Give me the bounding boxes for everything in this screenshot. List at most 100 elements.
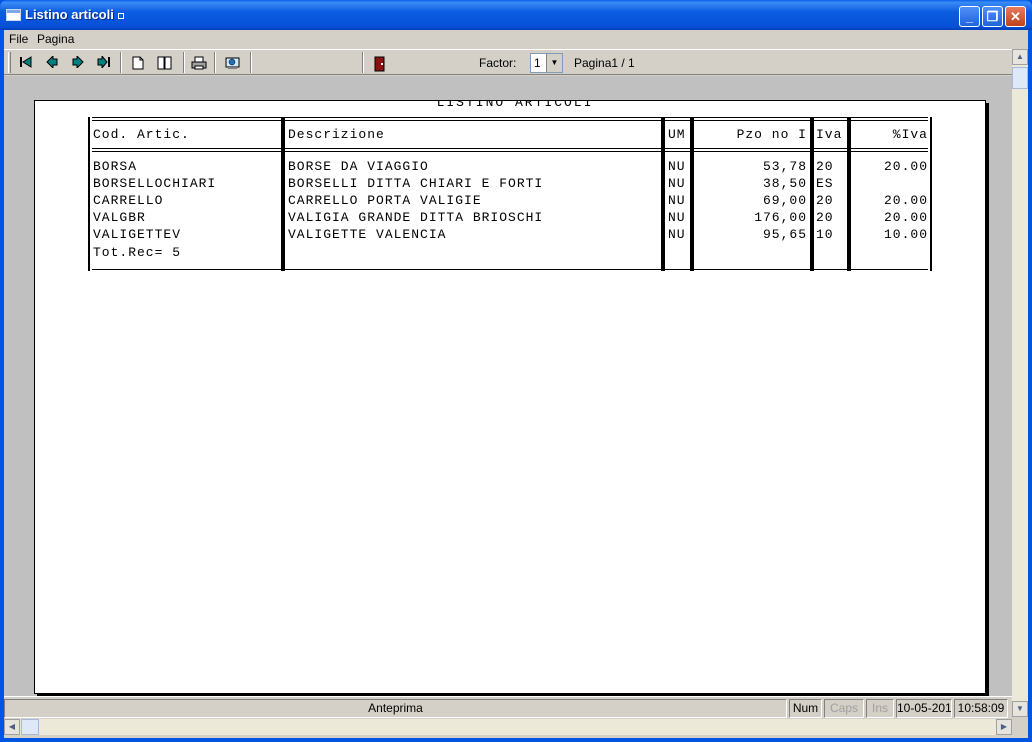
print-preview-area[interactable]: LISTINO ARTICOLI Cod. Artic. Descrizione…: [4, 76, 1012, 696]
header-bottom-rule: [92, 151, 928, 152]
table-cell-um: NU: [668, 210, 686, 225]
next-page-icon[interactable]: [67, 53, 89, 73]
toolbar-separator: [214, 52, 216, 73]
table-cell-price: 176,00: [754, 210, 807, 225]
table-border-left: [88, 117, 90, 271]
table-cell-um: NU: [668, 193, 686, 208]
scroll-up-icon[interactable]: ▲: [1012, 49, 1028, 65]
column-header-description: Descrizione: [288, 127, 385, 142]
status-caps: Caps: [824, 699, 864, 718]
report-title: LISTINO ARTICOLI: [436, 100, 594, 110]
horizontal-scroll-thumb[interactable]: [21, 719, 39, 735]
column-divider: [663, 117, 665, 271]
chevron-down-icon[interactable]: ▼: [546, 54, 562, 72]
page-indicator: Pagina1 / 1: [574, 56, 635, 70]
table-cell-iva-percent: 20.00: [883, 210, 928, 225]
client-area: File Pagina Factor: 1 ▼ Pagina1 / 1 LIST…: [4, 30, 1028, 738]
header-bottom-rule: [92, 148, 928, 149]
table-cell-description: BORSELLI DITTA CHIARI E FORTI: [288, 176, 544, 191]
table-cell-um: NU: [668, 227, 686, 242]
table-cell-price: 69,00: [762, 193, 807, 208]
first-page-icon[interactable]: [15, 53, 37, 73]
status-date: 10-05-2016: [896, 699, 952, 718]
menu-pagina[interactable]: Pagina: [37, 32, 74, 46]
last-page-icon[interactable]: [93, 53, 115, 73]
single-page-icon[interactable]: [127, 53, 149, 73]
column-divider: [849, 117, 851, 271]
factor-select[interactable]: 1 ▼: [530, 53, 563, 73]
table-cell-iva-percent: 20.00: [883, 159, 928, 174]
table-cell-code: BORSA: [93, 159, 138, 174]
table-cell-code: CARRELLO: [93, 193, 164, 208]
table-cell-price: 53,78: [762, 159, 807, 174]
horizontal-scrollbar[interactable]: ◀ ▶: [4, 719, 1012, 735]
table-cell-price: 95,65: [762, 227, 807, 242]
print-icon[interactable]: [188, 53, 210, 73]
factor-value: 1: [534, 56, 541, 70]
title-marker-icon: [117, 12, 124, 19]
maximize-button[interactable]: ❐: [982, 6, 1003, 27]
column-header-code: Cod. Artic.: [93, 127, 190, 142]
table-cell-description: CARRELLO PORTA VALIGIE: [288, 193, 482, 208]
scroll-left-icon[interactable]: ◀: [4, 719, 20, 735]
status-num: Num: [789, 699, 822, 718]
scroll-down-icon[interactable]: ▼: [1012, 701, 1028, 717]
table-cell-price: 38,50: [762, 176, 807, 191]
table-cell-code: BORSELLOCHIARI: [93, 176, 217, 191]
table-cell-iva-percent: 10.00: [883, 227, 928, 242]
column-divider: [812, 117, 814, 271]
table-cell-um: NU: [668, 159, 686, 174]
table-cell-iva-percent: [854, 175, 928, 192]
toolbar-separator: [250, 52, 252, 73]
status-time: 10:58:09: [954, 699, 1008, 718]
table-cell-code: VALGBR: [93, 210, 146, 225]
menu-bar: File Pagina: [4, 30, 1028, 49]
column-header-price: Pzo no I: [736, 127, 807, 142]
column-divider: [283, 117, 285, 271]
vertical-scrollbar[interactable]: ▲ ▼: [1012, 49, 1028, 717]
header-top-rule: [92, 117, 928, 118]
toolbar-separator: [362, 52, 364, 73]
toolbar-separator: [183, 52, 185, 73]
two-pages-icon[interactable]: [154, 53, 176, 73]
vertical-scroll-thumb[interactable]: [1012, 67, 1028, 89]
export-icon[interactable]: [222, 53, 244, 73]
table-cell-iva: 10: [816, 227, 834, 242]
column-header-um: UM: [668, 127, 686, 142]
table-border-right: [930, 117, 932, 271]
toolbar: Factor: 1 ▼ Pagina1 / 1: [4, 49, 1012, 75]
report-table: LISTINO ARTICOLI Cod. Artic. Descrizione…: [35, 100, 985, 693]
exit-door-icon[interactable]: [368, 53, 390, 73]
table-cell-code: VALIGETTEV: [93, 227, 182, 242]
column-header-iva: Iva: [816, 127, 843, 142]
title-bar[interactable]: Listino articoli _ ❐ ✕: [0, 0, 1032, 30]
table-cell-iva-percent: 20.00: [883, 193, 928, 208]
scroll-right-icon[interactable]: ▶: [996, 719, 1012, 735]
status-mode: Anteprima: [4, 699, 787, 718]
minimize-button[interactable]: _: [959, 6, 980, 27]
previous-page-icon[interactable]: [42, 53, 64, 73]
column-divider: [692, 117, 694, 271]
factor-label: Factor:: [479, 56, 517, 70]
table-cell-iva: 20: [816, 193, 834, 208]
menu-file[interactable]: File: [9, 32, 28, 46]
size-grip[interactable]: [1012, 719, 1028, 735]
header-top-rule: [92, 120, 928, 121]
toolbar-grip[interactable]: [8, 52, 11, 73]
status-ins: Ins: [866, 699, 894, 718]
app-window-icon: [6, 9, 21, 21]
table-bottom-rule: [92, 269, 928, 270]
table-cell-description: VALIGIA GRANDE DITTA BRIOSCHI: [288, 210, 544, 225]
column-header-iva-percent: %Iva: [892, 127, 928, 142]
table-cell-um: NU: [668, 176, 686, 191]
table-cell-iva: 20: [816, 210, 834, 225]
table-cell-description: VALIGETTE VALENCIA: [288, 227, 447, 242]
record-total: Tot.Rec= 5: [93, 245, 182, 260]
report-page: LISTINO ARTICOLI Cod. Artic. Descrizione…: [34, 100, 986, 694]
window-title: Listino articoli: [25, 7, 124, 22]
table-cell-iva: ES: [816, 176, 834, 191]
table-cell-description: BORSE DA VIAGGIO: [288, 159, 429, 174]
status-bar: Anteprima Num Caps Ins 10-05-2016 10:58:…: [4, 696, 1012, 718]
close-button[interactable]: ✕: [1005, 6, 1026, 27]
toolbar-separator: [120, 52, 122, 73]
